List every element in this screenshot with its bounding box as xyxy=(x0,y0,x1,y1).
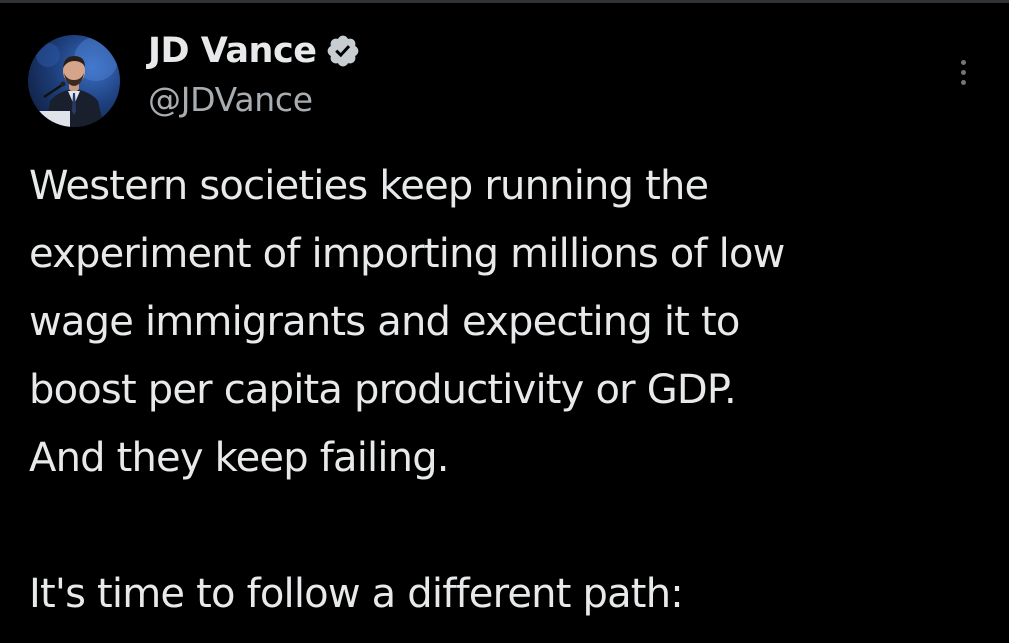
tweet-text: Western societies keep running the exper… xyxy=(29,152,989,628)
author-name-row: JD Vance xyxy=(148,26,361,76)
tweet-author: JD Vance @JDVance xyxy=(148,26,361,119)
more-options-button[interactable] xyxy=(948,50,978,94)
more-options-icon-dot xyxy=(960,69,966,75)
author-handle[interactable]: @JDVance xyxy=(148,80,361,119)
more-options-icon xyxy=(960,59,966,65)
avatar[interactable] xyxy=(28,35,120,127)
tweet-paragraph-1: Western societies keep running the exper… xyxy=(29,163,785,481)
tweet: JD Vance @JDVance Western societies keep… xyxy=(0,0,1009,643)
profile-photo-icon xyxy=(34,37,118,127)
verified-badge-icon xyxy=(325,33,361,69)
more-options-icon-dot xyxy=(960,79,966,85)
author-display-name[interactable]: JD Vance xyxy=(148,31,317,71)
tweet-paragraph-2: It's time to follow a different path: xyxy=(29,571,684,617)
